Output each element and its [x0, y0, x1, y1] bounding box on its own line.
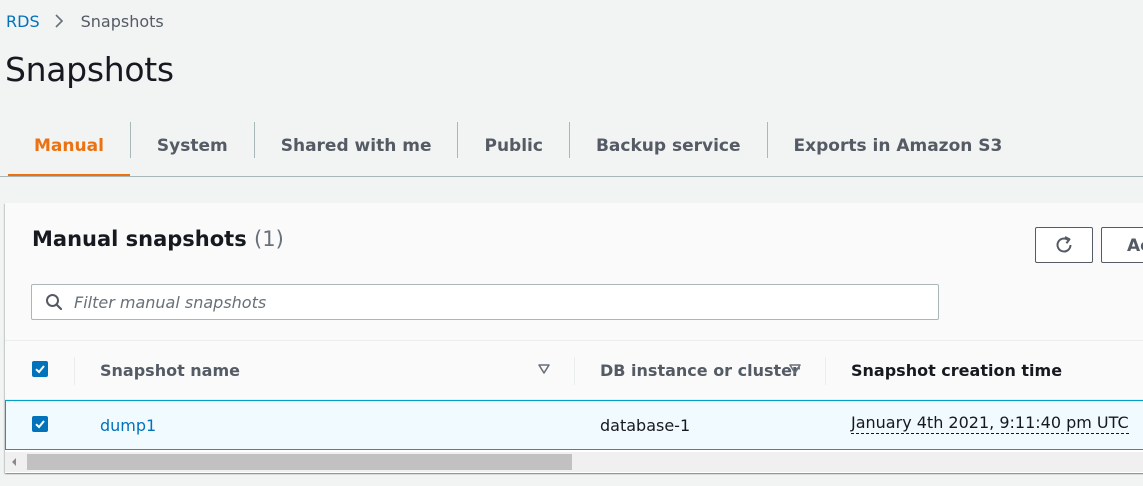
chevron-right-icon [54, 13, 64, 29]
column-header-creation-time[interactable]: Snapshot creation time [851, 341, 1062, 399]
select-all-checkbox[interactable] [32, 361, 48, 377]
refresh-button[interactable] [1035, 227, 1093, 263]
panel-title: Manual snapshots (1) [32, 227, 284, 251]
checkmark-icon [35, 420, 45, 429]
db-instance-cell: database-1 [600, 415, 691, 435]
snapshot-name-link[interactable]: dump1 [100, 401, 156, 449]
scrollbar-thumb[interactable] [27, 454, 572, 470]
checkmark-icon [35, 365, 45, 374]
tabs-underline-rule [0, 176, 1143, 177]
column-divider [74, 357, 75, 385]
sort-caret-icon[interactable] [788, 363, 802, 375]
tab-backup-service[interactable]: Backup service [570, 116, 767, 176]
column-divider [825, 357, 826, 385]
search-icon [45, 293, 63, 311]
tab-exports-s3[interactable]: Exports in Amazon S3 [768, 116, 1029, 176]
breadcrumb-current: Snapshots [80, 11, 164, 31]
sort-caret-icon[interactable] [537, 363, 551, 375]
row-checkbox[interactable] [32, 416, 48, 432]
snapshot-tabs: Manual System Shared with me Public Back… [8, 116, 1028, 176]
scroll-left-icon[interactable] [10, 457, 18, 467]
filter-search-input[interactable] [72, 291, 938, 313]
snapshot-count: (1) [254, 227, 284, 251]
manual-snapshots-panel: Manual snapshots (1) Actions [5, 203, 1143, 473]
filter-search-box[interactable] [31, 284, 939, 320]
tab-public[interactable]: Public [458, 116, 568, 176]
panel-header: Manual snapshots (1) Actions [5, 203, 1143, 340]
breadcrumb: RDS Snapshots [6, 10, 164, 32]
creation-time-cell: January 4th 2021, 9:11:40 pm UTC [851, 413, 1129, 434]
panel-title-text: Manual snapshots [32, 227, 247, 251]
page-title: Snapshots [5, 50, 174, 89]
tab-manual[interactable]: Manual [8, 116, 130, 176]
table-header: Snapshot name DB instance or cluster Sna… [5, 340, 1143, 400]
actions-button[interactable]: Actions [1101, 227, 1143, 263]
breadcrumb-rds-link[interactable]: RDS [6, 12, 40, 31]
tab-shared-with-me[interactable]: Shared with me [255, 116, 458, 176]
horizontal-scrollbar[interactable] [5, 452, 1143, 472]
refresh-icon [1053, 234, 1075, 256]
column-header-snapshot-name[interactable]: Snapshot name [100, 341, 240, 399]
tab-system[interactable]: System [131, 116, 254, 176]
column-header-db-instance[interactable]: DB instance or cluster [600, 341, 800, 399]
column-divider [574, 357, 575, 385]
table-row[interactable]: dump1 database-1 January 4th 2021, 9:11:… [5, 400, 1143, 450]
